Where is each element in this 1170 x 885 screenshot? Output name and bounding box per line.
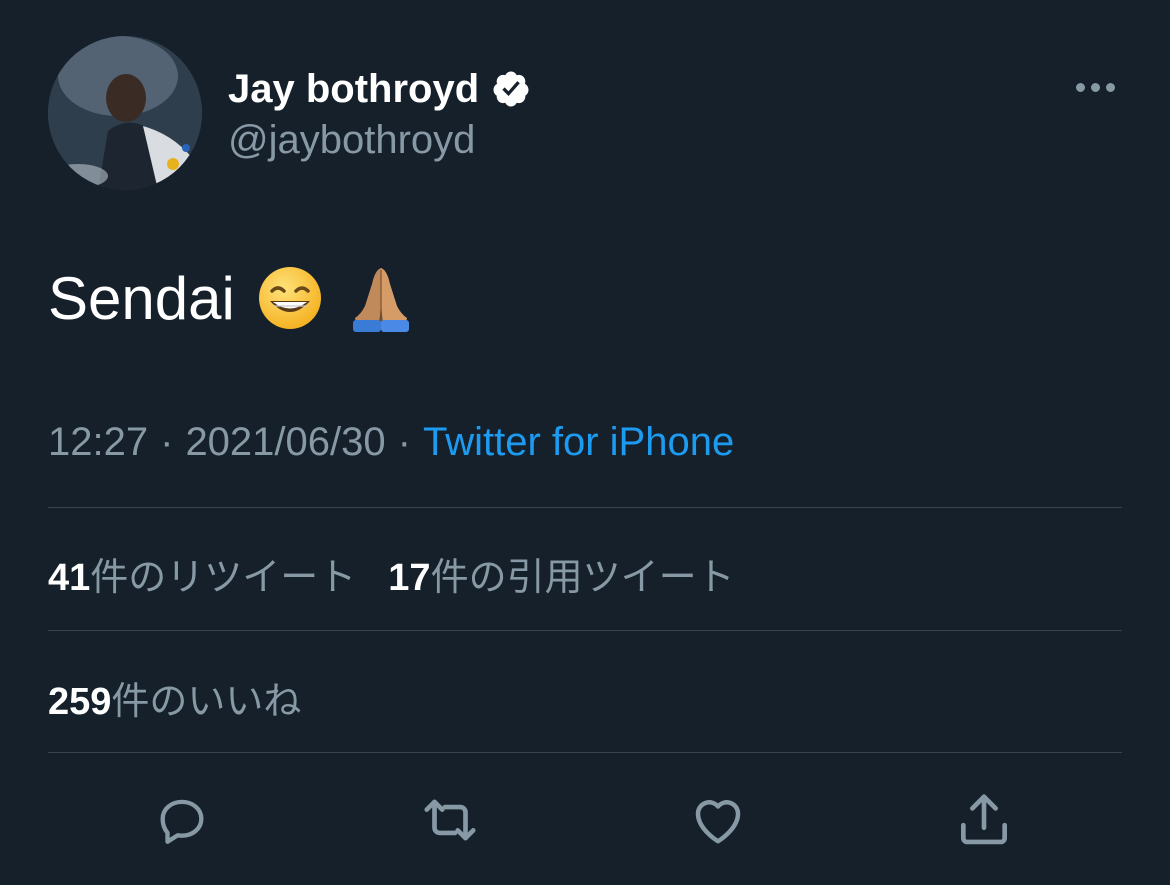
- like-button[interactable]: [686, 788, 750, 852]
- retweet-icon: [424, 799, 476, 841]
- quote-tweet-count-link[interactable]: 17 件の引用ツイート: [388, 546, 734, 601]
- folded-hands-emoji-icon: [345, 262, 417, 334]
- avatar[interactable]: [48, 36, 202, 190]
- like-count: 259: [48, 681, 112, 723]
- share-icon: [961, 794, 1007, 845]
- retweet-label: 件のリツイート: [90, 557, 357, 599]
- quote-tweet-label: 件の引用ツイート: [430, 557, 735, 599]
- reply-button[interactable]: [150, 788, 214, 852]
- author-name-row: Jay bothroyd: [228, 64, 531, 114]
- retweet-stats-row: 41 件のリツイート 17 件の引用ツイート: [48, 546, 735, 601]
- divider: [48, 752, 1122, 753]
- verified-badge-icon: [491, 69, 531, 109]
- meta-separator: ·: [160, 420, 174, 464]
- user-handle[interactable]: @jaybothroyd: [228, 118, 475, 163]
- quote-tweet-count: 17: [388, 557, 431, 599]
- like-icon: [695, 800, 741, 844]
- retweet-count: 41: [48, 557, 91, 599]
- retweet-button[interactable]: [418, 788, 482, 852]
- tweet-text: Sendai: [48, 262, 417, 334]
- tweet-text-content: Sendai: [48, 264, 235, 332]
- likes-stats-row: 259 件のいいね: [48, 670, 301, 725]
- meta-separator: ·: [397, 420, 411, 464]
- tweet-actions-bar: [0, 788, 1170, 852]
- grinning-face-emoji-icon: [257, 265, 323, 331]
- tweet-date: 2021/06/30: [185, 420, 386, 464]
- divider: [48, 507, 1122, 508]
- tweet-time: 12:27: [48, 420, 149, 464]
- display-name[interactable]: Jay bothroyd: [228, 67, 479, 112]
- like-count-link[interactable]: 259 件のいいね: [48, 670, 301, 725]
- tweet-detail: Jay bothroyd @jaybothroyd Sendai 12:27 ·…: [0, 0, 1170, 885]
- like-label: 件のいいね: [111, 681, 302, 723]
- divider: [48, 630, 1122, 631]
- tweet-source-link[interactable]: Twitter for iPhone: [423, 420, 734, 465]
- retweet-count-link[interactable]: 41 件のリツイート: [48, 546, 356, 601]
- tweet-meta: 12:27 · 2021/06/30 · Twitter for iPhone: [48, 420, 734, 465]
- share-button[interactable]: [952, 788, 1016, 852]
- reply-icon: [160, 799, 204, 844]
- more-options-icon[interactable]: [1070, 72, 1120, 102]
